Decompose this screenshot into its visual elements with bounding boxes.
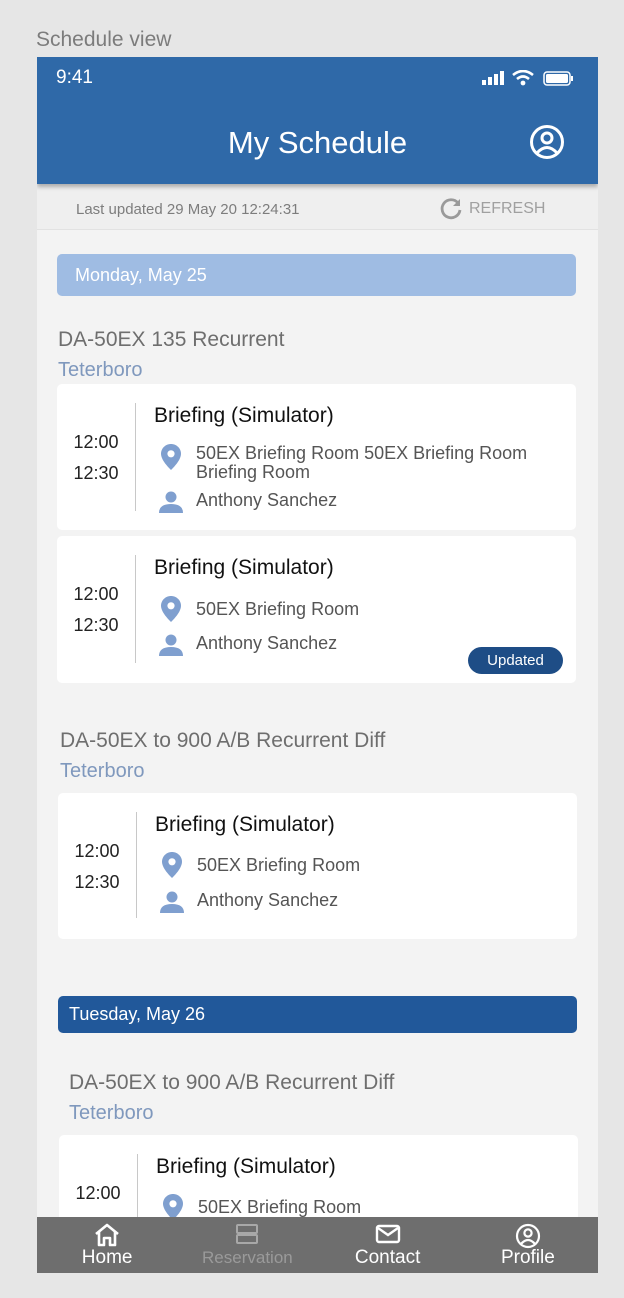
nav-reservation[interactable]: Reservation: [177, 1217, 317, 1273]
last-updated-text: Last updated 29 May 20 12:24:31: [76, 201, 300, 218]
event-card[interactable]: 12:00 12:30 Briefing (Simulator) 50EX Br…: [57, 536, 576, 683]
course-title: DA-50EX to 900 A/B Recurrent Diff: [60, 729, 386, 752]
user-circle-icon: [530, 125, 564, 159]
status-time: 9:41: [56, 67, 93, 88]
battery-icon: [543, 70, 573, 86]
event-start-time: 12:00: [75, 1183, 121, 1203]
event-times: 12:00: [59, 1178, 137, 1209]
event-start-time: 12:00: [74, 841, 120, 861]
event-room: 50EX Briefing Room: [198, 1197, 362, 1217]
event-start-time: 12:00: [73, 584, 119, 604]
event-room: 50EX Briefing Room 50EX Briefing Room Br…: [196, 443, 528, 482]
time-divider: [136, 812, 137, 918]
wifi-icon: [512, 70, 534, 86]
event-times: 12:00 12:30: [58, 836, 136, 898]
nav-home-label: Home: [81, 1247, 133, 1268]
event-times: 12:00 12:30: [57, 427, 135, 489]
event-room-row: 50EX Briefing Room 50EX Briefing Room Br…: [157, 444, 566, 482]
day-header-tuesday: Tuesday, May 26: [58, 996, 577, 1033]
event-room-row: 50EX Briefing Room: [158, 852, 360, 878]
event-instructor-row: Anthony Sanchez: [157, 634, 337, 656]
event-title: Briefing (Simulator): [155, 813, 335, 836]
event-room: 50EX Briefing Room: [197, 855, 361, 875]
event-instructor: Anthony Sanchez: [196, 633, 338, 653]
refresh-icon: [440, 198, 462, 220]
person-icon: [160, 891, 184, 913]
event-end-time: 12:30: [74, 872, 120, 892]
event-end-time: 12:30: [73, 463, 119, 483]
person-icon: [159, 634, 183, 656]
course-title: DA-50EX 135 Recurrent: [58, 328, 285, 351]
account-button[interactable]: [529, 124, 565, 160]
refresh-button[interactable]: REFRESH: [439, 197, 545, 221]
status-icons: [482, 70, 573, 86]
event-title: Briefing (Simulator): [154, 556, 334, 579]
event-end-time: 12:30: [73, 615, 119, 635]
event-instructor-row: Anthony Sanchez: [157, 491, 337, 513]
time-divider: [135, 555, 136, 663]
location-pin-icon: [161, 596, 181, 622]
signal-icon: [482, 71, 504, 85]
nav-contact[interactable]: Contact: [318, 1217, 458, 1273]
event-title: Briefing (Simulator): [154, 404, 334, 427]
time-divider: [135, 403, 136, 511]
event-start-time: 12:00: [73, 432, 119, 452]
event-instructor: Anthony Sanchez: [197, 890, 339, 910]
reservation-icon: [236, 1224, 259, 1244]
course-title: DA-50EX to 900 A/B Recurrent Diff: [69, 1071, 395, 1094]
day-header-monday: Monday, May 25: [57, 254, 576, 296]
frame-label: Schedule view: [36, 28, 172, 51]
course-location: Teterboro: [58, 359, 143, 381]
event-room-row: 50EX Briefing Room: [157, 596, 359, 622]
home-icon: [95, 1223, 119, 1247]
event-room: 50EX Briefing Room: [196, 599, 360, 619]
course-location: Teterboro: [69, 1102, 154, 1124]
nav-home[interactable]: Home: [37, 1217, 177, 1273]
app-header: 9:41 My Schedule: [37, 57, 598, 184]
mail-icon: [375, 1224, 400, 1244]
profile-icon: [515, 1223, 540, 1249]
last-updated-bar: Last updated 29 May 20 12:24:31 REFRESH: [37, 184, 598, 230]
event-instructor: Anthony Sanchez: [196, 490, 338, 510]
event-card[interactable]: 12:00 12:30 Briefing (Simulator) 50EX Br…: [57, 384, 576, 530]
nav-profile[interactable]: Profile: [458, 1217, 598, 1273]
nav-contact-label: Contact: [354, 1247, 421, 1268]
event-title: Briefing (Simulator): [156, 1155, 336, 1178]
person-icon: [159, 491, 183, 513]
event-card[interactable]: 12:00 12:30 Briefing (Simulator) 50EX Br…: [58, 793, 577, 939]
refresh-label: REFRESH: [469, 200, 546, 217]
location-pin-icon: [161, 444, 181, 470]
event-instructor-row: Anthony Sanchez: [158, 891, 338, 913]
nav-reservation-label: Reservation: [202, 1248, 293, 1267]
bottom-nav: Home Reservation Contact Profile: [37, 1217, 598, 1273]
location-pin-icon: [162, 852, 182, 878]
page-title: My Schedule: [227, 125, 408, 160]
phone-screen: 9:41 My Schedule Last updated 29 May 20 …: [37, 57, 598, 1273]
nav-profile-label: Profile: [500, 1247, 555, 1268]
updated-badge: Updated: [468, 647, 563, 674]
event-times: 12:00 12:30: [57, 579, 135, 641]
course-location: Teterboro: [60, 760, 145, 782]
